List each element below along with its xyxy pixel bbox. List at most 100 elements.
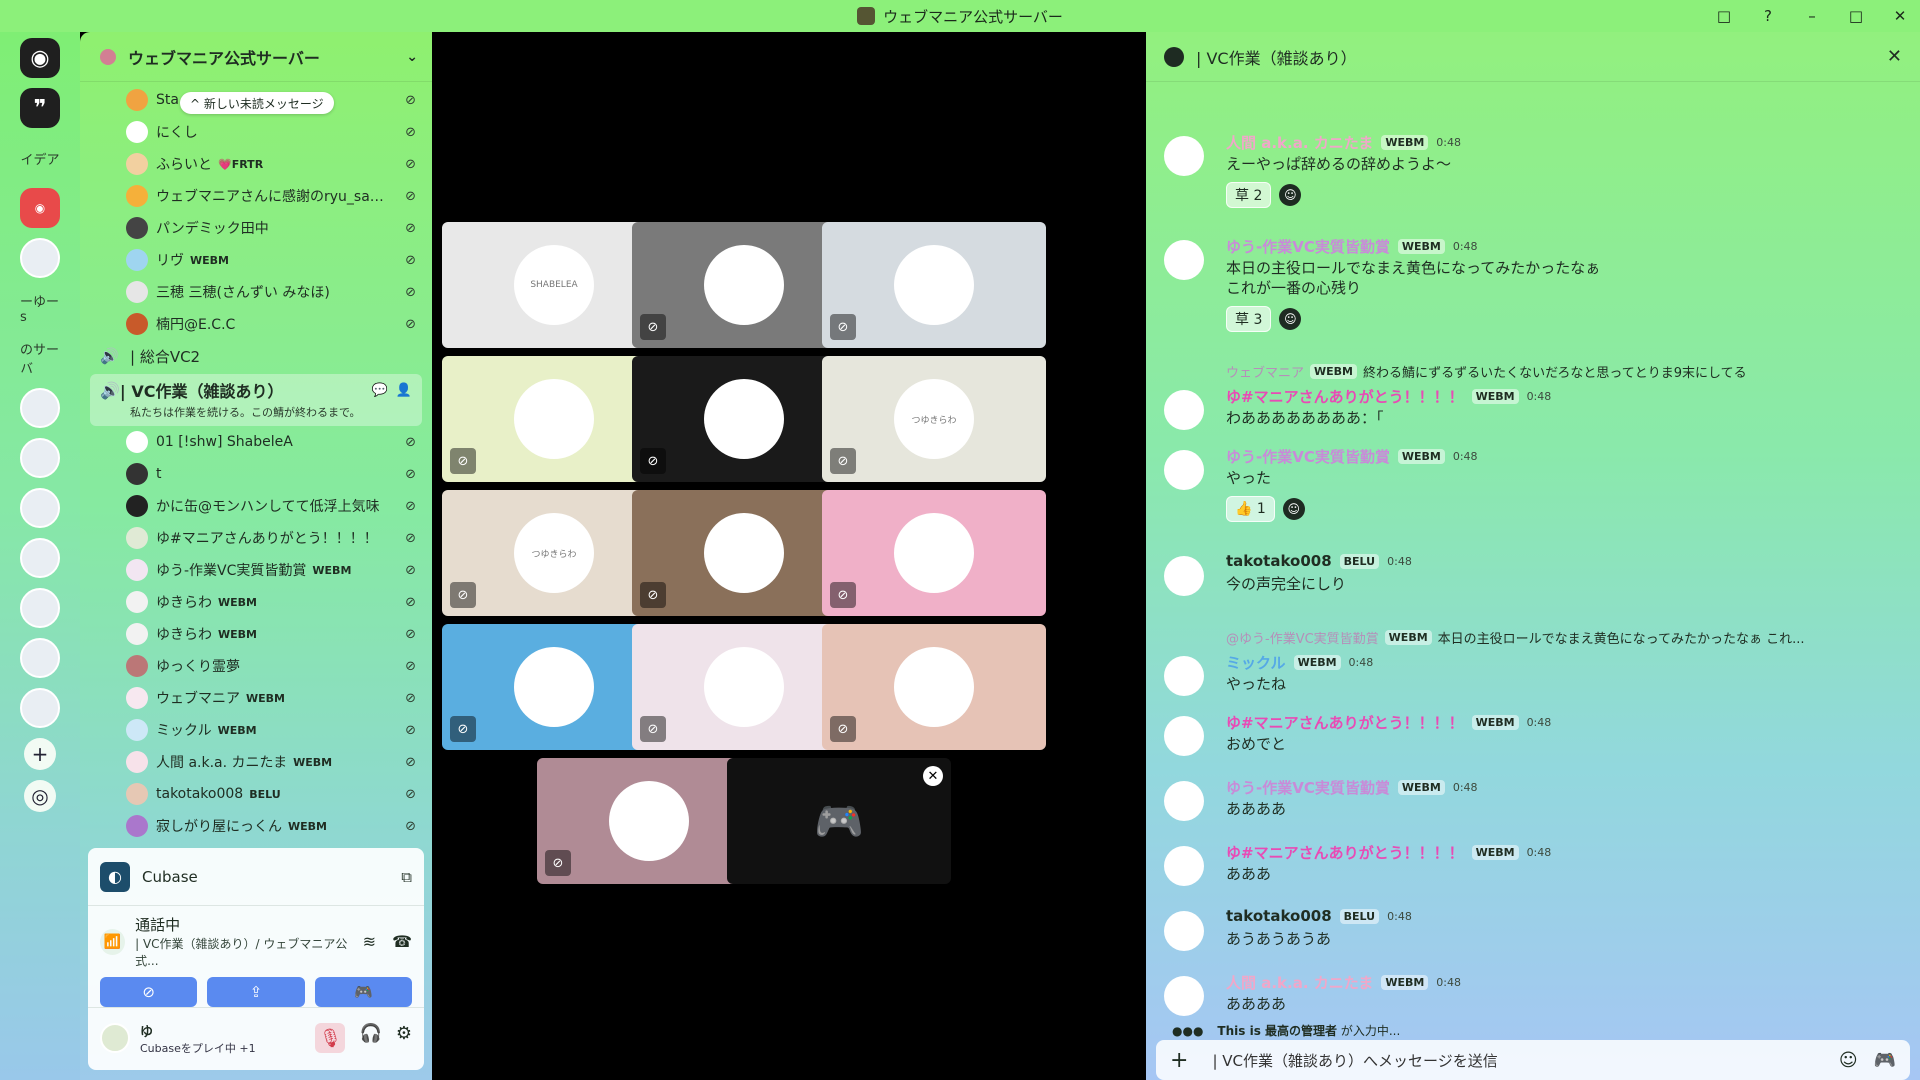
server-header[interactable]: ウェブマニア公式サーバー ⌄ (80, 32, 432, 82)
server-avatar-8-icon[interactable] (20, 688, 60, 728)
vc-user-7[interactable]: ゆっくり霊夢 ⊘ (80, 650, 432, 682)
activity-bar[interactable]: ◐ Cubase ⧉ (88, 848, 424, 906)
message-author[interactable]: 人間 a.k.a. カニたま (1226, 132, 1373, 153)
explore-icon[interactable]: ◎ (24, 780, 56, 812)
screen-share-icon[interactable]: ⧉ (401, 868, 412, 886)
avatar[interactable] (1164, 781, 1204, 821)
server-idea-icon[interactable]: イデア (20, 138, 60, 178)
tile-kanikan[interactable]: ⊘ (822, 222, 1046, 348)
vc-user-11[interactable]: takotako008 BELU ⊘ (80, 778, 432, 810)
avatar[interactable] (1164, 556, 1204, 596)
message-author[interactable]: ミックル (1226, 652, 1286, 673)
voice-user-7[interactable]: 楠円@E.C.C ⊘ (80, 308, 432, 340)
vc-user-8[interactable]: ウェブマニア WEBM ⊘ (80, 682, 432, 714)
vc-user-12[interactable]: 寂しがり屋にっくん WEBM ⊘ (80, 810, 432, 842)
vc-user-1[interactable]: t ⊘ (80, 458, 432, 490)
server-avatar-3-icon[interactable] (20, 438, 60, 478)
vc-user-5[interactable]: ゆきらわ WEBM ⊘ (80, 586, 432, 618)
gear-icon[interactable]: ⚙ (396, 1023, 412, 1053)
voice-user-2[interactable]: ふらいと 💗FRTR ⊘ (80, 148, 432, 180)
add-reaction-icon[interactable]: ☺ (1282, 498, 1305, 520)
inbox-icon[interactable]: □ (1714, 7, 1734, 25)
avatar[interactable] (1164, 390, 1204, 430)
add-attachment-icon[interactable]: + (1170, 1048, 1188, 1073)
activity-icon[interactable]: 🎮 (1874, 1050, 1896, 1071)
server-avatar-4-icon[interactable] (20, 488, 60, 528)
vc-user-0[interactable]: 01 [!shw] ShabeleA ⊘ (80, 426, 432, 458)
server-red-icon[interactable]: ◉ (20, 188, 60, 228)
signal-icon[interactable]: 📶 (100, 928, 126, 955)
server-avatar-7-icon[interactable] (20, 638, 60, 678)
server-avatar-1-icon[interactable] (20, 238, 60, 278)
message-author[interactable]: 人間 a.k.a. カニたま (1226, 972, 1373, 993)
unread-messages-pill[interactable]: ^ 新しい未読メッセージ (180, 92, 334, 114)
server-yuu-icon[interactable]: ーゆーs (20, 288, 60, 328)
headphones-icon[interactable]: 🎧 (359, 1023, 381, 1053)
maximize-button[interactable]: □ (1846, 7, 1866, 25)
vc-user-2[interactable]: かに缶@モンハンしてて低浮上気味 ⊘ (80, 490, 432, 522)
vc-user-4[interactable]: ゆう-作業VC実質皆勤賞 WEBM ⊘ (80, 554, 432, 586)
chevron-down-icon[interactable]: ⌄ (406, 49, 418, 65)
reaction-pill[interactable]: 草 3 (1226, 306, 1272, 332)
message-author[interactable]: ゆう-作業VC実質皆勤賞 (1226, 236, 1390, 257)
reaction-pill[interactable]: 👍 1 (1226, 496, 1275, 522)
tile-webmania[interactable]: ⊘ (822, 490, 1046, 616)
close-icon[interactable]: ✕ (1887, 46, 1902, 67)
noise-suppression-icon[interactable]: ≋ (363, 932, 376, 951)
avatar[interactable] (1164, 911, 1204, 951)
voice-user-5[interactable]: リヴ WEBM ⊘ (80, 244, 432, 276)
voice-user-6[interactable]: 三穂 三穂(さんずい みなほ) ⊘ (80, 276, 432, 308)
close-icon[interactable]: ✕ (923, 766, 943, 786)
vc-user-6[interactable]: ゆきらわ WEBM ⊘ (80, 618, 432, 650)
tile-activity[interactable]: 🎮 ✕ (727, 758, 951, 884)
add-reaction-icon[interactable]: ☺ (1279, 184, 1302, 206)
message-input[interactable]: + | VC作業（雑談あり）へメッセージを送信 ☺ 🎮 (1156, 1040, 1910, 1080)
emoji-icon[interactable]: ☺ (1839, 1050, 1858, 1071)
discord-home-icon[interactable]: ◉ (20, 38, 60, 78)
reaction-pill[interactable]: 草 2 (1226, 182, 1272, 208)
vc-user-9[interactable]: ミックル WEBM ⊘ (80, 714, 432, 746)
message-author[interactable]: takotako008 (1226, 907, 1332, 925)
avatar[interactable] (1164, 656, 1204, 696)
avatar[interactable] (1164, 450, 1204, 490)
share-screen-button[interactable]: ⇪ (207, 977, 305, 1007)
server-avatar-6-icon[interactable] (20, 588, 60, 628)
message-author[interactable]: ゆう-作業VC実質皆勤賞 (1226, 446, 1390, 467)
avatar[interactable] (100, 1023, 130, 1053)
activity-button[interactable]: 🎮 (314, 977, 412, 1007)
avatar[interactable] (1164, 240, 1204, 280)
invite-icon[interactable]: 👤 (396, 383, 412, 398)
voice-channel-path[interactable]: | VC作業（雑談あり）/ ウェブマニア公式... (135, 935, 363, 969)
avatar[interactable] (1164, 976, 1204, 1016)
mute-mic-icon[interactable]: 🎙 (315, 1023, 346, 1053)
message-author[interactable]: ゆ#マニアさんありがとう！！！！ (1226, 386, 1464, 407)
minimize-button[interactable]: – (1802, 7, 1822, 25)
voice-channel-general[interactable]: 🔊 | 総合VC2 (80, 340, 432, 372)
reply-preview[interactable]: @ゆう-作業VC実質皆勤賞 WEBM 本日の主役ロールでなまえ黄色になってみたかった… (1226, 628, 1805, 647)
avatar[interactable] (1164, 716, 1204, 756)
server-saa-icon[interactable]: のサーバ (20, 338, 60, 378)
message-author[interactable]: takotako008 (1226, 552, 1332, 570)
chat-icon[interactable]: 💬 (372, 383, 388, 398)
voice-user-1[interactable]: にくし ⊘ (80, 116, 432, 148)
vc-user-10[interactable]: 人間 a.k.a. カニたま WEBM ⊘ (80, 746, 432, 778)
tile-takotako[interactable]: ⊘ (822, 624, 1046, 750)
camera-off-button[interactable]: ⊘ (100, 977, 198, 1007)
message-author[interactable]: ゆう-作業VC実質皆勤賞 (1226, 777, 1390, 798)
tile-yukirawa-1[interactable]: つゆきらわ ⊘ (822, 356, 1046, 482)
avatar[interactable] (1164, 846, 1204, 886)
vc-user-3[interactable]: ゆ#マニアさんありがとう！！！！ ⊘ (80, 522, 432, 554)
disconnect-icon[interactable]: ☎ (392, 932, 412, 951)
message-author[interactable]: ゆ#マニアさんありがとう！！！！ (1226, 712, 1464, 733)
avatar[interactable] (1164, 136, 1204, 176)
server-quote-icon[interactable]: ❞ (20, 88, 60, 128)
message-author[interactable]: ゆ#マニアさんありがとう！！！！ (1226, 842, 1464, 863)
close-button[interactable]: ✕ (1890, 7, 1910, 25)
reply-preview[interactable]: ウェブマニア WEBM 終わる鯖にずるずるいたくないだろなと思ってとりま9末にしてる (1226, 362, 1747, 381)
add-reaction-icon[interactable]: ☺ (1279, 308, 1302, 330)
server-avatar-2-icon[interactable] (20, 388, 60, 428)
voice-channel-active[interactable]: 🔊 | VC作業（雑談あり） 💬 👤 私たちは作業を続ける。この鯖が終わるまで。 (90, 374, 422, 426)
help-icon[interactable]: ? (1758, 7, 1778, 25)
voice-user-4[interactable]: パンデミック田中 ⊘ (80, 212, 432, 244)
add-server-icon[interactable]: + (24, 738, 56, 770)
